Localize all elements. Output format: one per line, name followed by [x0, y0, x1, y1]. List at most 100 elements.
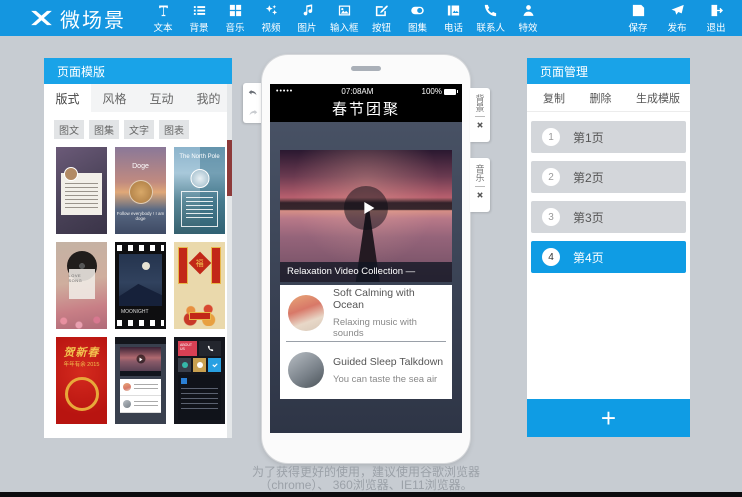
template-tabs: 版式 风格 互动 我的 — [44, 84, 232, 112]
exit-button[interactable]: 退出 — [703, 3, 729, 34]
app-logo: 微场景 — [28, 4, 126, 33]
battery-icon — [444, 89, 456, 95]
tab-interactive[interactable]: 互动 — [138, 84, 185, 112]
floppy-icon — [631, 3, 646, 18]
toolbar-item-gallery[interactable]: 图集 — [405, 3, 431, 34]
template-scrollbar-track[interactable] — [227, 84, 232, 438]
tab-style[interactable]: 风格 — [91, 84, 138, 112]
t-icon — [156, 3, 171, 18]
person-icon — [521, 3, 536, 18]
template-thumb-avatar-quote[interactable] — [56, 147, 107, 234]
phone-icon — [483, 3, 498, 18]
template-thumb-moonight[interactable]: MOONIGHT — [115, 242, 166, 329]
publish-button[interactable]: 发布 — [664, 3, 690, 34]
template-thumb-doge[interactable]: Doge Follow everybody ! I am doge — [115, 147, 166, 234]
toolbar-item-phone[interactable]: 电话 — [441, 3, 467, 34]
browser-recommendation-note: 为了获得更好的使用，建议使用谷歌浏览器 （chrome）、 360浏览器、IE1… — [216, 466, 516, 492]
filter-chip-chart[interactable]: 图表 — [159, 120, 189, 139]
save-button[interactable]: 保存 — [625, 3, 651, 34]
page-list: 1 第1页 2 第2页 3 第3页 4 第4页 — [527, 112, 690, 273]
app-root: 微场景 文本 背景 音乐 视频 图片 — [0, 0, 742, 497]
logo-text: 微场景 — [60, 4, 126, 33]
page-management-panel: 页面管理 复制 删除 生成模版 1 第1页 2 第2页 3 第3页 4 第4页 — [527, 58, 690, 437]
page-title[interactable]: 春节团聚 — [270, 99, 462, 122]
template-thumb-spring-couplets[interactable]: 福 — [174, 242, 225, 329]
status-time: 07:08AM — [293, 87, 421, 96]
page-item-4[interactable]: 4 第4页 — [531, 241, 686, 273]
gallery-icon — [446, 3, 461, 18]
playlist-item-thumbnail — [288, 352, 324, 388]
video-caption: Relaxation Video Collection — — [280, 262, 452, 282]
undo-button[interactable] — [243, 83, 263, 103]
delete-button[interactable]: 删除 — [590, 90, 612, 106]
play-button[interactable] — [344, 186, 388, 230]
template-thumb-north-pole[interactable]: The North Pole — [174, 147, 225, 234]
north-pole-badge — [190, 169, 209, 188]
phone-screen: ••••• 07:08AM 100% 春节团聚 Relaxation Video… — [270, 84, 462, 433]
logo-x-icon — [28, 8, 55, 28]
side-tab-music[interactable]: 音乐 — [470, 158, 490, 212]
page-item-3[interactable]: 3 第3页 — [531, 201, 686, 233]
grid-icon — [228, 3, 243, 18]
page-item-2[interactable]: 2 第2页 — [531, 161, 686, 193]
sparkles-icon — [264, 3, 279, 18]
toolbar-item-music[interactable]: 音乐 — [222, 3, 248, 34]
filter-chip-text[interactable]: 文字 — [124, 120, 154, 139]
toolbar-item-video[interactable]: 视频 — [258, 3, 284, 34]
filter-chip-image-text[interactable]: 图文 — [54, 120, 84, 139]
toolbar-item-background[interactable]: 背景 — [186, 3, 212, 34]
playlist-item[interactable]: Guided Sleep Talkdown You can taste the … — [280, 342, 452, 398]
toolbar-item-button[interactable]: 按钮 — [369, 3, 395, 34]
tab-layout[interactable]: 版式 — [44, 84, 91, 112]
video-component[interactable]: Relaxation Video Collection — — [280, 150, 452, 282]
generate-template-button[interactable]: 生成模版 — [636, 90, 680, 106]
playlist-item[interactable]: Soft Calming with Ocean Relaxing music w… — [280, 285, 452, 341]
template-scrollbar-thumb[interactable] — [227, 140, 232, 196]
template-thumb-video-collection[interactable] — [115, 337, 166, 424]
toolbar-item-text[interactable]: 文本 — [150, 3, 176, 34]
doge-avatar — [129, 180, 153, 204]
page-item-1[interactable]: 1 第1页 — [531, 121, 686, 153]
toolbar-item-image[interactable]: 图片 — [294, 3, 320, 34]
history-box — [243, 83, 263, 123]
check-icon — [211, 361, 219, 369]
toolbar-item-contacts[interactable]: 联系人 — [477, 3, 506, 34]
template-filters: 图文 图集 文字 图表 — [44, 112, 232, 139]
edit-icon — [374, 3, 389, 18]
toolbar-item-input[interactable]: 输入框 — [330, 3, 359, 34]
playlist-item-thumbnail — [288, 295, 324, 331]
paper-plane-icon — [670, 3, 685, 18]
phone-speaker — [351, 66, 381, 71]
template-panel: 页面模版 版式 风格 互动 我的 图文 图集 文字 图表 Doge Follow… — [44, 58, 232, 438]
music-note-icon — [300, 3, 315, 18]
playlist-card: Soft Calming with Ocean Relaxing music w… — [280, 285, 452, 399]
side-tab-background[interactable]: 背景 — [470, 88, 490, 142]
toggle-icon — [410, 3, 425, 18]
copy-button[interactable]: 复制 — [543, 90, 565, 106]
phone-icon — [207, 345, 214, 352]
template-thumb-about-us[interactable]: ABOUT US — [174, 337, 225, 424]
mini-play-icon — [136, 355, 145, 364]
template-thumb-love-song[interactable]: LOVE SONG — [56, 242, 107, 329]
close-icon[interactable] — [475, 190, 485, 200]
close-icon[interactable] — [475, 120, 485, 130]
logout-icon — [709, 3, 724, 18]
list-icon — [192, 3, 207, 18]
toolbar-actions: 保存 发布 退出 — [625, 3, 729, 34]
image-icon — [337, 3, 352, 18]
toolbar-items: 文本 背景 音乐 视频 图片 输入框 — [150, 3, 541, 34]
avatar — [64, 167, 78, 181]
signal-dots: ••••• — [276, 88, 293, 95]
battery-indicator: 100% — [422, 87, 456, 96]
undo-icon — [247, 87, 259, 99]
tab-mine[interactable]: 我的 — [185, 84, 232, 112]
filter-chip-gallery[interactable]: 图集 — [89, 120, 119, 139]
add-page-button[interactable]: + — [527, 399, 690, 437]
phone-preview: ••••• 07:08AM 100% 春节团聚 Relaxation Video… — [262, 55, 470, 463]
toolbar-item-effects[interactable]: 特效 — [515, 3, 541, 34]
template-thumb-hexinchun[interactable]: 贺新春 年年有余 2015 — [56, 337, 107, 424]
template-grid: Doge Follow everybody ! I am doge The No… — [44, 139, 226, 424]
template-panel-title: 页面模版 — [44, 58, 232, 84]
toolbar: 微场景 文本 背景 音乐 视频 图片 — [0, 0, 742, 36]
redo-button[interactable] — [243, 103, 263, 123]
